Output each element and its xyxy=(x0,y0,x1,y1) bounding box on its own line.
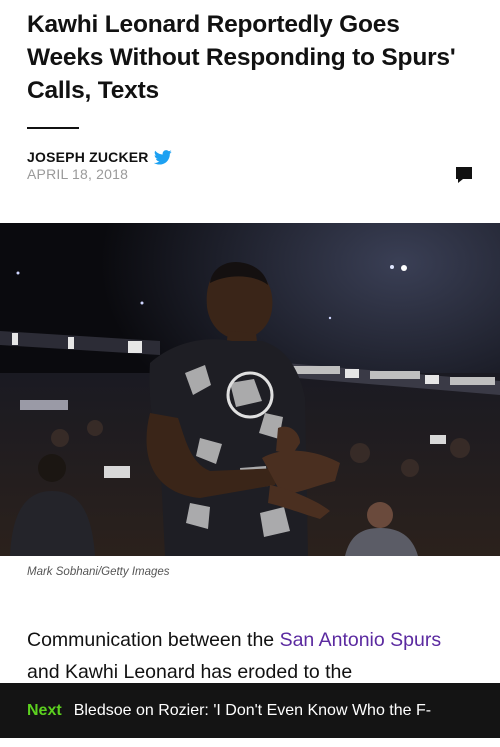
author-name[interactable]: JOSEPH ZUCKER xyxy=(27,149,149,165)
byline: JOSEPH ZUCKER xyxy=(27,149,172,165)
next-article-title[interactable]: Bledsoe on Rozier: 'I Don't Even Know Wh… xyxy=(74,702,431,720)
article-body: Communication between the San Antonio Sp… xyxy=(27,624,477,688)
bottom-strip xyxy=(0,738,500,747)
hero-photo xyxy=(0,223,500,556)
next-article-bar[interactable]: Next Bledsoe on Rozier: 'I Don't Even Kn… xyxy=(0,683,500,738)
body-text-segment: Communication between the xyxy=(27,629,280,651)
body-text-segment: and Kawhi Leonard has eroded to the xyxy=(27,661,353,683)
headline-divider xyxy=(27,127,79,129)
publish-date: APRIL 18, 2018 xyxy=(27,166,129,182)
twitter-icon[interactable] xyxy=(153,149,172,165)
article-headline: Kawhi Leonard Reportedly Goes Weeks With… xyxy=(27,11,456,104)
team-link[interactable]: San Antonio Spurs xyxy=(280,629,442,651)
comment-icon[interactable] xyxy=(454,165,474,185)
photo-credit: Mark Sobhani/Getty Images xyxy=(27,566,170,578)
next-label: Next xyxy=(27,701,62,719)
